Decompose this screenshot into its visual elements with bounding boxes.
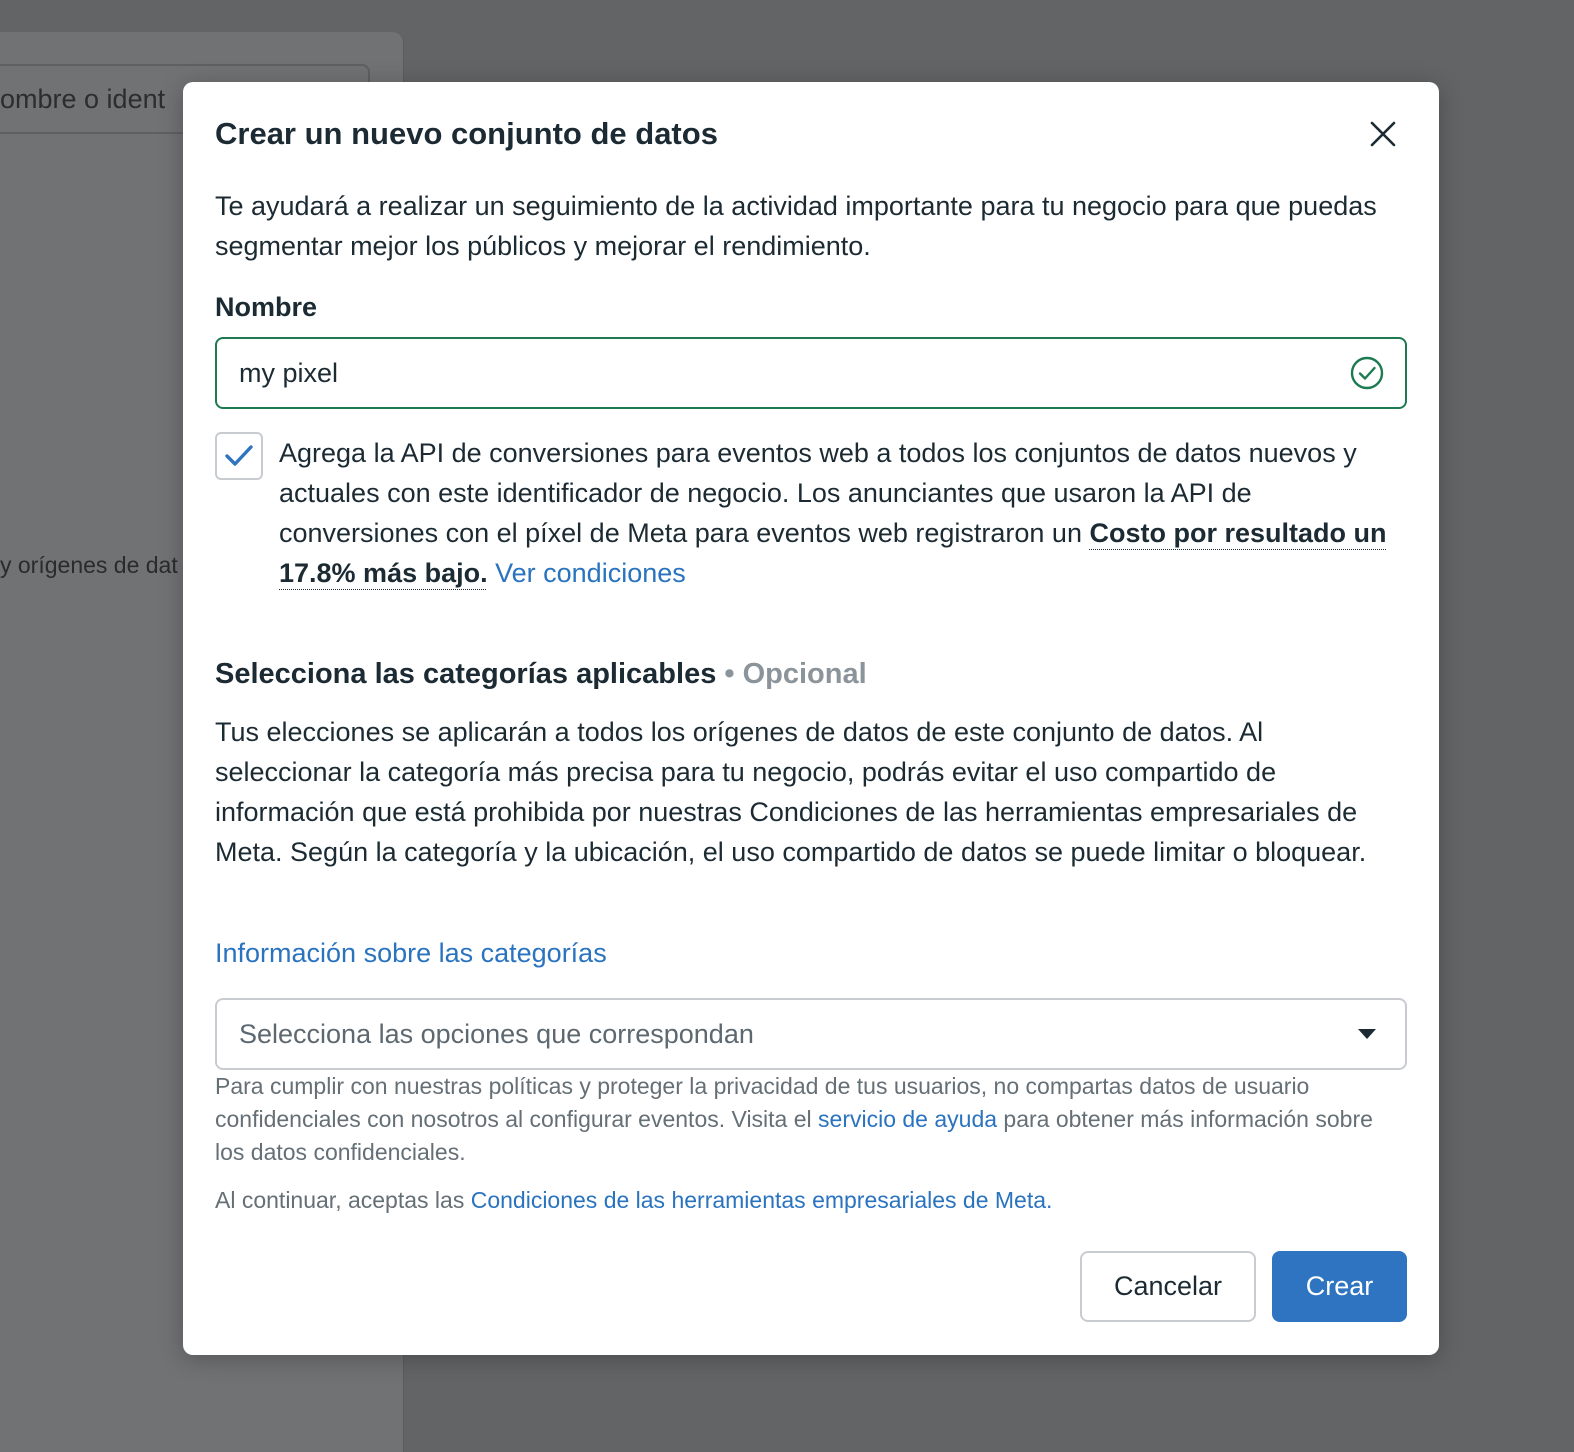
close-button[interactable] (1357, 108, 1409, 160)
background-side-label: y orígenes de dat (0, 552, 178, 578)
categories-section-title: Selecciona las categorías aplicables • O… (215, 658, 867, 691)
caret-down-icon (1358, 1029, 1376, 1039)
name-field-label: Nombre (215, 292, 318, 322)
create-button[interactable]: Crear (1272, 1251, 1407, 1322)
business-tools-terms-link[interactable]: Condiciones de las herramientas empresar… (471, 1187, 1053, 1213)
dialog-title: Crear un nuevo conjunto de datos (215, 116, 718, 151)
api-conversions-checkbox[interactable] (215, 432, 263, 480)
optional-tag: • Opcional (716, 658, 867, 690)
privacy-note: Para cumplir con nuestras políticas y pr… (215, 1070, 1407, 1169)
terms-note-before: Al continuar, aceptas las (215, 1187, 471, 1213)
categories-title-text: Selecciona las categorías aplicables (215, 658, 717, 690)
close-icon (1370, 121, 1396, 147)
categories-info-link[interactable]: Información sobre las categorías (215, 938, 607, 969)
background-search-text: ombre o ident (0, 84, 166, 114)
help-center-link[interactable]: servicio de ayuda (818, 1106, 997, 1132)
categories-description: Tus elecciones se aplicarán a todos los … (215, 717, 1367, 867)
api-conversions-text: Agrega la API de conversiones para event… (279, 433, 1414, 593)
checkmark-icon (225, 445, 253, 466)
terms-note: Al continuar, aceptas las Condiciones de… (215, 1184, 1052, 1217)
create-dataset-dialog: Crear un nuevo conjunto de datos Te ayud… (183, 82, 1439, 1355)
dialog-intro: Te ayudará a realizar un seguimiento de … (215, 191, 1377, 261)
name-input-value: my pixel (239, 357, 339, 388)
categories-select[interactable]: Selecciona las opciones que correspondan (215, 998, 1407, 1070)
view-conditions-link[interactable]: Ver condiciones (495, 558, 686, 588)
cancel-button[interactable]: Cancelar (1080, 1251, 1256, 1322)
name-input[interactable]: my pixel (215, 337, 1407, 409)
check-circle-icon (1350, 356, 1384, 390)
categories-select-placeholder: Selecciona las opciones que correspondan (239, 1018, 754, 1049)
